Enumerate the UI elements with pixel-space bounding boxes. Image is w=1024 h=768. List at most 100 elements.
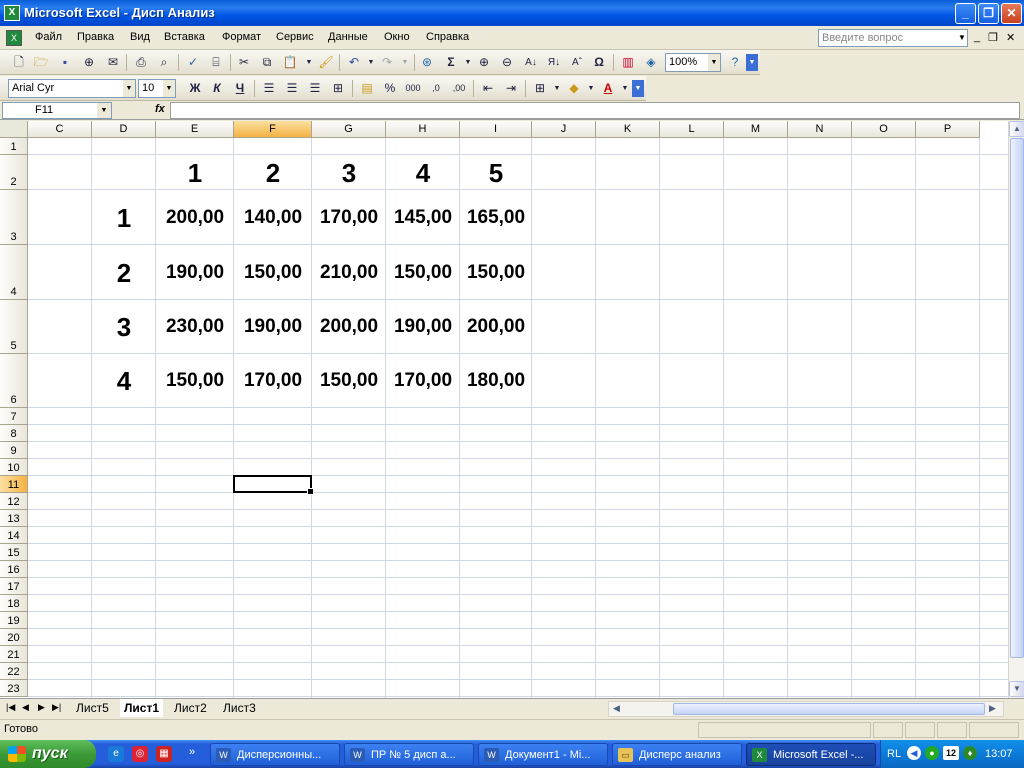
column-header-l[interactable]: L [660,121,724,138]
row-header-9[interactable]: 9 [0,442,28,459]
spelling-icon[interactable]: ✓ [184,54,202,71]
column-header-i[interactable]: I [460,121,532,138]
borders-dropdown-icon[interactable]: ▼ [548,80,566,97]
table-cell[interactable]: 170,00 [312,207,386,229]
column-header-e[interactable]: E [156,121,234,138]
chart-wizard-icon[interactable]: ▥ [619,54,637,71]
table-cell[interactable]: 200,00 [156,207,234,229]
row-header-15[interactable]: 15 [0,544,28,561]
row-header-5[interactable]: 5 [0,300,28,354]
column-header-k[interactable]: K [596,121,660,138]
menu-window[interactable]: Окно [384,31,410,43]
table-cell[interactable]: 230,00 [156,316,234,338]
column-header-p[interactable]: P [916,121,980,138]
row-header-20[interactable]: 20 [0,629,28,646]
italic-button[interactable]: К [208,80,226,97]
hyperlink-icon[interactable]: ⊛ [418,54,436,71]
vertical-scrollbar[interactable]: ▲ ▼ [1008,121,1024,698]
task-button[interactable]: W Документ1 - Mi... [478,743,608,766]
align-center-icon[interactable]: ☰ [283,80,301,97]
undo-icon[interactable]: ↶ [345,54,363,71]
merge-center-icon[interactable]: ⊞ [329,80,347,97]
toolbar-options-icon[interactable]: ▼ [746,54,758,71]
maximize-button[interactable]: ❐ [978,3,999,24]
table-column-header[interactable]: 1 [156,158,234,188]
table-cell[interactable]: 210,00 [312,262,386,284]
formula-input[interactable] [170,102,1020,119]
column-header-h[interactable]: H [386,121,460,138]
row-header-4[interactable]: 4 [0,245,28,300]
zoom-select[interactable]: 100% ▼ [665,53,721,72]
column-header-g[interactable]: G [312,121,386,138]
borders-icon[interactable]: ⊞ [531,80,549,97]
zoom-out-icon[interactable]: ⊖ [498,54,516,71]
excel-app-icon[interactable]: X [4,5,20,21]
format-painter-icon[interactable]: 🖌 [317,54,335,71]
table-cell[interactable]: 145,00 [386,207,460,229]
scroll-down-icon[interactable]: ▼ [1009,681,1024,697]
row-header-13[interactable]: 13 [0,510,28,527]
close-button[interactable]: ✕ [1001,3,1022,24]
table-cell[interactable]: 170,00 [386,370,460,392]
menu-edit[interactable]: Правка [77,31,114,43]
underline-button[interactable]: Ч [231,80,249,97]
table-cell[interactable]: 150,00 [234,262,312,284]
font-color-icon[interactable]: A [599,80,617,97]
doc-close-button[interactable]: ✕ [1006,31,1015,44]
quicklaunch-chevron[interactable]: » [186,744,198,760]
copy-icon[interactable]: ⧉ [258,54,276,71]
autosum-icon[interactable]: Σ [442,54,460,71]
language-indicator[interactable]: RL [887,748,901,760]
table-cell[interactable]: 165,00 [460,207,532,229]
prev-sheet-icon[interactable]: ◀ [22,702,29,713]
table-row-label[interactable]: 2 [92,258,156,288]
table-cell[interactable]: 150,00 [460,262,532,284]
table-cell[interactable]: 170,00 [234,370,312,392]
table-cell[interactable]: 150,00 [312,370,386,392]
row-header-1[interactable]: 1 [0,138,28,155]
help-question-input[interactable]: Введите вопрос [818,29,968,47]
quicklaunch-app-icon[interactable]: ▦ [156,746,172,762]
redo-dropdown-icon[interactable]: ▼ [396,54,414,71]
document-icon[interactable]: X [6,30,22,46]
paste-dropdown-icon[interactable]: ▼ [300,54,318,71]
column-header-n[interactable]: N [788,121,852,138]
menu-format[interactable]: Формат [222,31,261,43]
sheet-tab-list5[interactable]: Лист5 [72,699,113,717]
row-header-17[interactable]: 17 [0,578,28,595]
doc-minimize-button[interactable]: _ [974,31,980,43]
spreadsheet-grid[interactable]: C D E F G H I J K L M N O P 1 2 3 4 5 6 7 8 9 10 11 12 13 14 15 16 17 1… [0,121,1008,698]
row-header-16[interactable]: 16 [0,561,28,578]
decrease-decimal-button[interactable]: ,00 [450,80,468,97]
table-column-header[interactable]: 5 [460,158,532,188]
column-header-o[interactable]: O [852,121,916,138]
table-cell[interactable]: 190,00 [386,316,460,338]
table-column-header[interactable]: 4 [386,158,460,188]
sheet-tab-list3[interactable]: Лист3 [219,699,260,717]
row-header-12[interactable]: 12 [0,493,28,510]
task-button[interactable]: ▭ Дисперс анализ [612,743,742,766]
table-row-label[interactable]: 4 [92,366,156,396]
font-dropdown-icon[interactable]: ▼ [123,80,135,97]
table-cell[interactable]: 200,00 [312,316,386,338]
first-sheet-icon[interactable]: |◀ [6,702,15,713]
cut-icon[interactable]: ✂ [235,54,253,71]
clock[interactable]: 13:07 [985,748,1013,760]
row-header-21[interactable]: 21 [0,646,28,663]
horizontal-scrollbar[interactable]: ◀ ▶ [608,701,1004,717]
bold-button[interactable]: Ж [186,80,204,97]
table-cell[interactable]: 150,00 [156,370,234,392]
percent-button[interactable]: % [381,80,399,97]
open-icon[interactable]: 🗁 [32,54,50,71]
vertical-scroll-thumb[interactable] [1010,138,1024,658]
scroll-up-icon[interactable]: ▲ [1009,121,1024,137]
help-dropdown-icon[interactable]: ▼ [956,30,968,46]
column-header-c[interactable]: C [28,121,92,138]
thousands-button[interactable]: 000 [404,80,422,97]
sort-descending-icon[interactable]: Я↓ [545,54,563,71]
menu-file[interactable]: Файл [35,31,62,43]
next-sheet-icon[interactable]: ▶ [38,702,45,713]
row-header-18[interactable]: 18 [0,595,28,612]
font-size-icon[interactable]: Aˆ [568,54,586,71]
font-size-select[interactable]: 10 ▼ [138,79,176,98]
